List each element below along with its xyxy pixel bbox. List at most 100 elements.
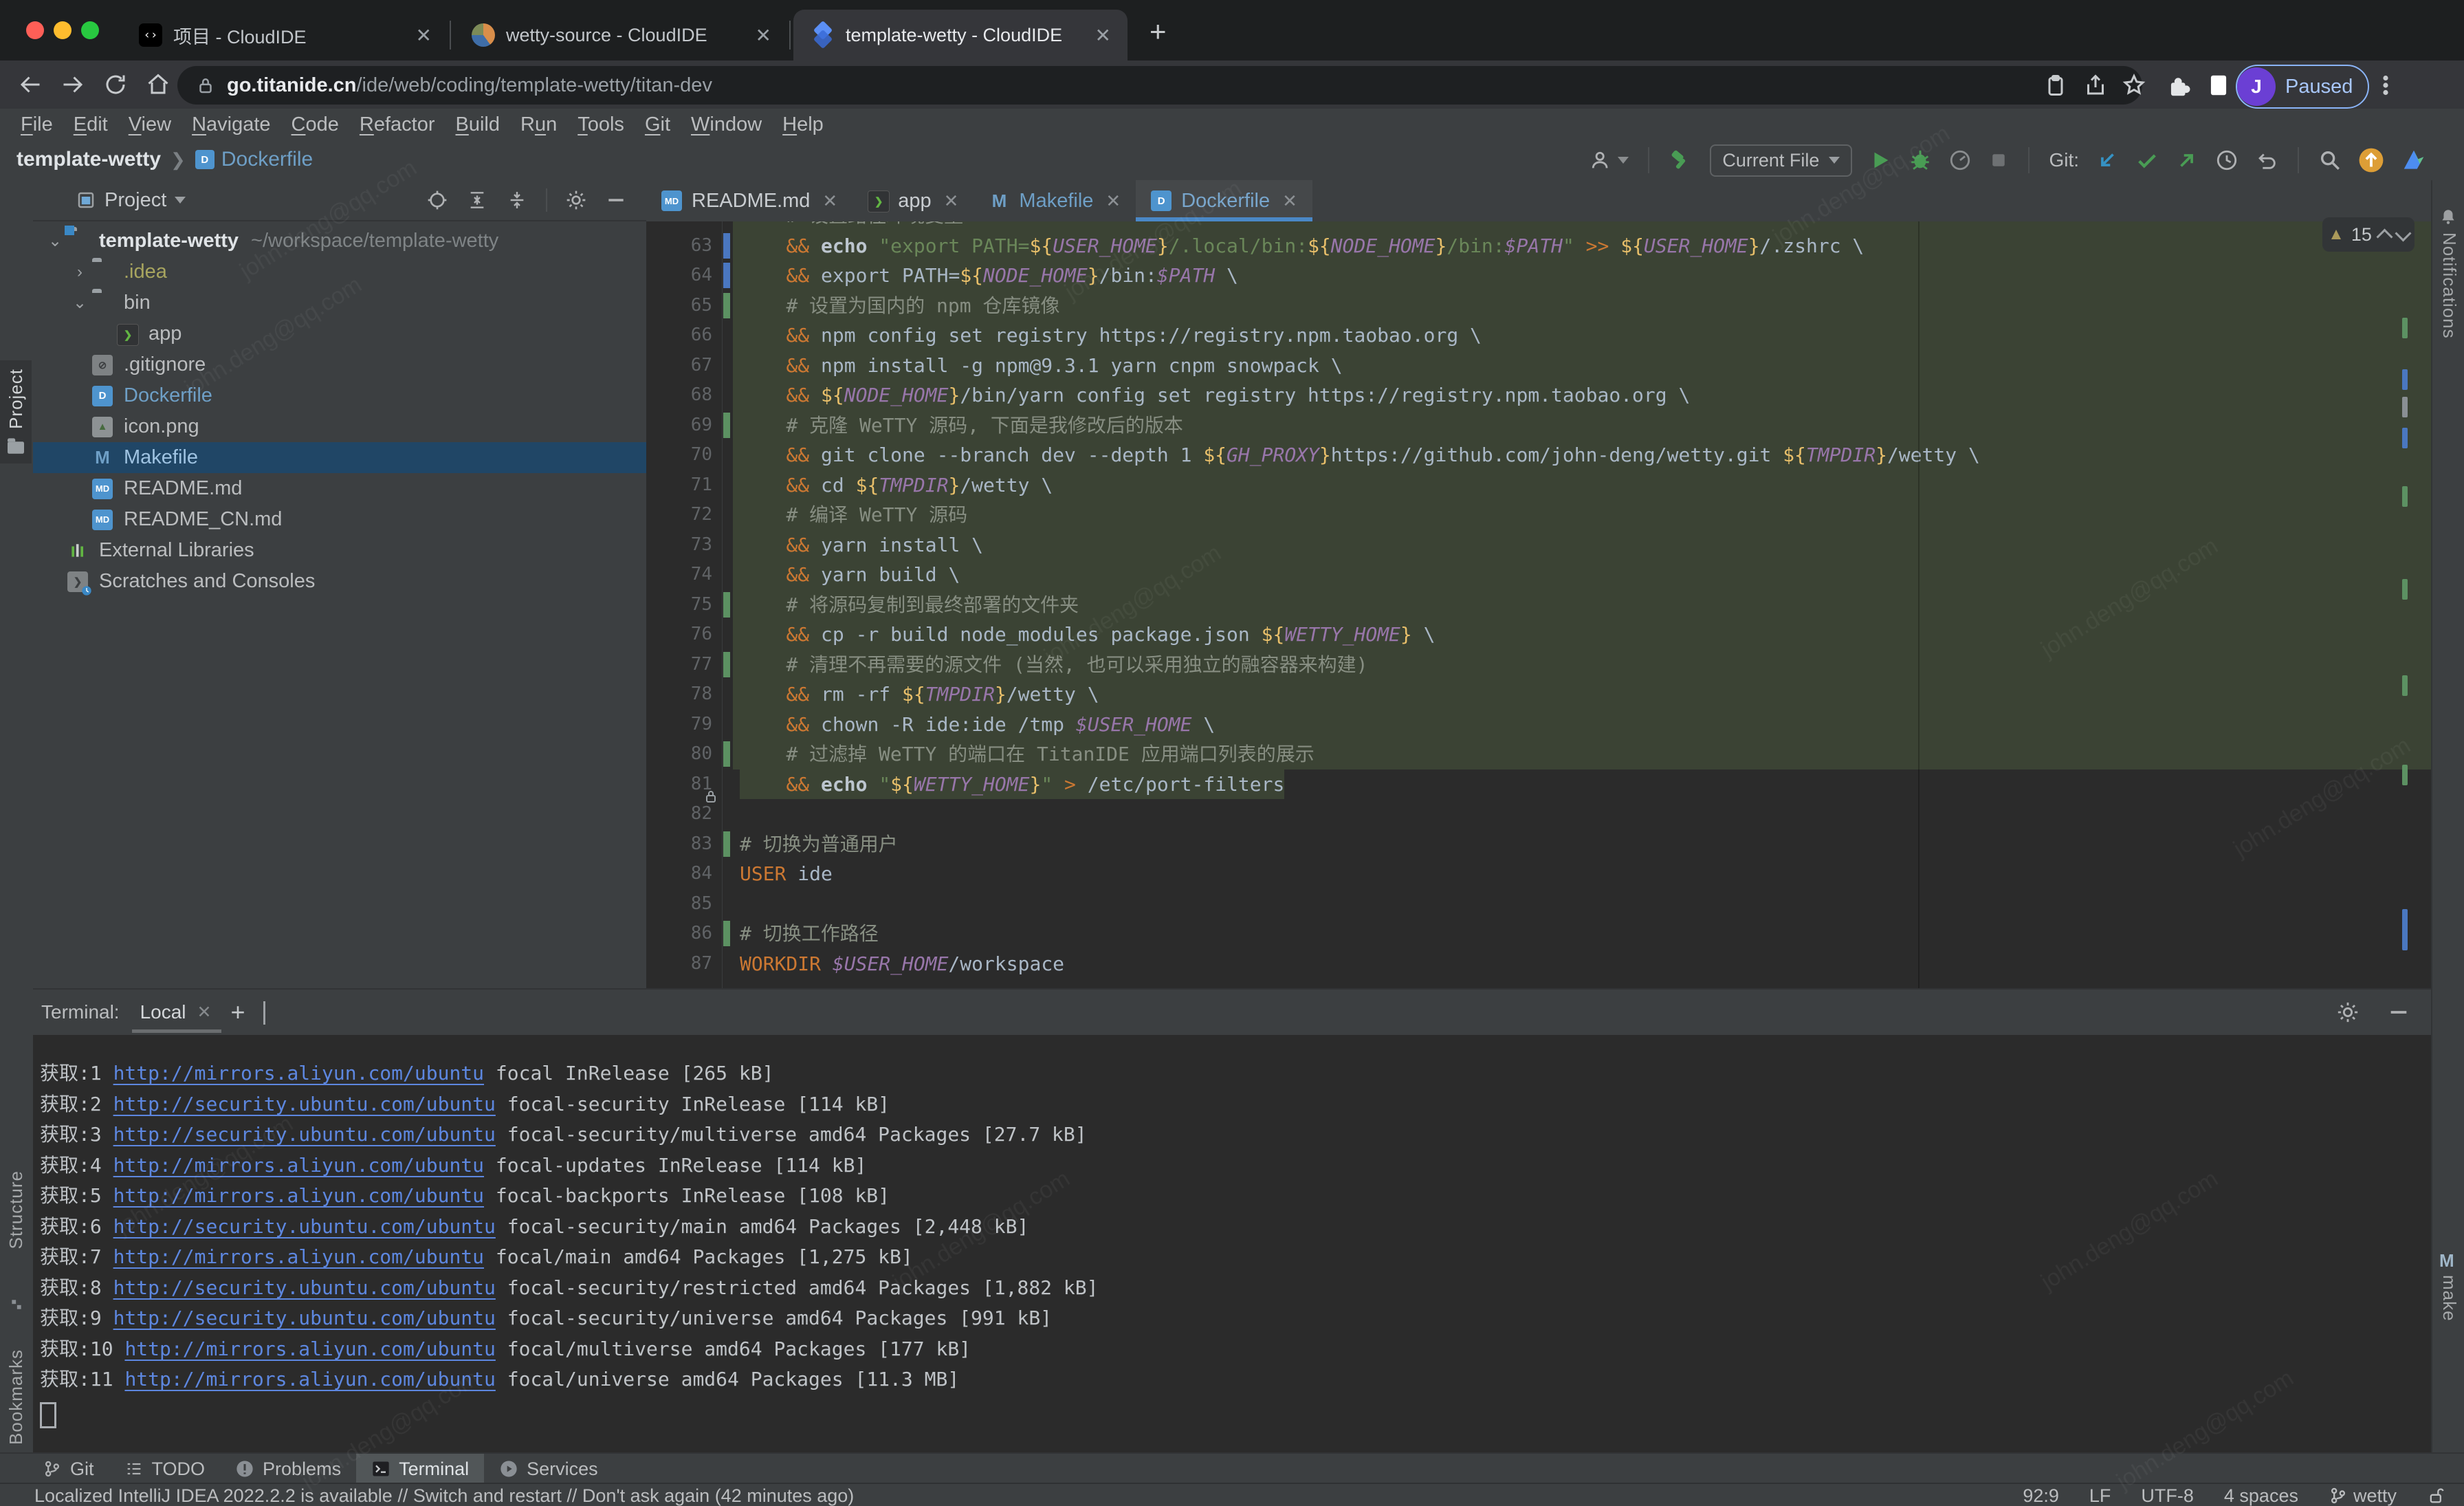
code-line-63[interactable]: 63 && echo "export PATH=${USER_HOME}/.lo… [646, 231, 2431, 261]
stripe-project-button[interactable]: Project [0, 360, 32, 463]
toolwindow-git[interactable]: Git [28, 1454, 109, 1484]
back-icon[interactable] [18, 72, 43, 97]
tree-row-icon.png[interactable]: ▲icon.png [33, 411, 646, 442]
tree-row-README.md[interactable]: MDREADME.md [33, 473, 646, 504]
error-stripe[interactable] [2402, 221, 2409, 988]
terminal-url-link[interactable]: http://security.ubuntu.com/ubuntu [113, 1276, 496, 1299]
editor-tab-Makefile[interactable]: MMakefile✕ [974, 180, 1136, 221]
code-line-64[interactable]: 64 && export PATH=${NODE_HOME}/bin:$PATH… [646, 261, 2431, 291]
menu-refactor[interactable]: Refactor [360, 113, 435, 136]
tree-row-app[interactable]: ❯app [33, 318, 646, 349]
share-icon[interactable] [2083, 73, 2108, 98]
history-icon[interactable] [2215, 149, 2238, 172]
menu-run[interactable]: Run [520, 113, 557, 136]
tab-close-icon[interactable]: ✕ [1095, 24, 1111, 47]
toolwindow-todo[interactable]: TODO [109, 1454, 221, 1484]
terminal-url-link[interactable]: http://security.ubuntu.com/ubuntu [113, 1215, 496, 1238]
code-line-83[interactable]: 83# 切换为普通用户 [646, 829, 2431, 860]
expand-all-icon[interactable] [466, 189, 488, 211]
code-line-71[interactable]: 71 && cd ${TMPDIR}/wetty \ [646, 470, 2431, 501]
file-encoding[interactable]: UTF-8 [2141, 1485, 2194, 1506]
terminal-url-link[interactable]: http://security.ubuntu.com/ubuntu [113, 1123, 496, 1146]
profiler-icon[interactable] [1948, 149, 1972, 172]
terminal-url-link[interactable]: http://mirrors.aliyun.com/ubuntu [113, 1245, 484, 1268]
terminal-settings-gear-icon[interactable] [2336, 1001, 2360, 1024]
hide-panel-icon[interactable] [605, 189, 627, 211]
new-tab-button[interactable]: + [1150, 18, 1167, 45]
project-panel-title[interactable]: Project [76, 189, 186, 212]
editor-tab-README.md[interactable]: MDREADME.md✕ [646, 180, 852, 221]
forward-icon[interactable] [60, 72, 85, 97]
editor-tab-close-icon[interactable]: ✕ [1282, 190, 1297, 212]
git-branch-widget[interactable]: wetty [2329, 1485, 2397, 1506]
terminal-url-link[interactable]: http://mirrors.aliyun.com/ubuntu [124, 1338, 495, 1360]
stripe-make-button[interactable]: make [2439, 1275, 2460, 1325]
code-line-84[interactable]: 84USER ide [646, 859, 2431, 889]
browser-tab-1[interactable]: wetty-source - CloudIDE✕ [454, 10, 788, 61]
menu-code[interactable]: Code [292, 113, 339, 136]
terminal-tab-local[interactable]: Local [140, 992, 186, 1033]
code-line-78[interactable]: 78 && rm -rf ${TMPDIR}/wetty \ [646, 679, 2431, 710]
inspections-widget[interactable]: ▲ 15 [2322, 217, 2414, 252]
code-line-69[interactable]: 69 # 克隆 WeTTY 源码, 下面是我修改后的版本 [646, 411, 2431, 441]
code-line-79[interactable]: 79 && chown -R ide:ide /tmp $USER_HOME \ [646, 710, 2431, 740]
code-line-67[interactable]: 67 && npm install -g npm@9.3.1 yarn cnpm… [646, 351, 2431, 381]
browser-profile-chip[interactable]: J Paused [2236, 65, 2369, 109]
code-line-75[interactable]: 75 # 将源码复制到最终部署的文件夹 [646, 590, 2431, 620]
editor-tab-close-icon[interactable]: ✕ [822, 190, 837, 212]
codewith-me-icon[interactable] [1590, 149, 1629, 172]
menu-tools[interactable]: Tools [578, 113, 624, 136]
code-line-66[interactable]: 66 && npm config set registry https://re… [646, 320, 2431, 351]
tab-close-icon[interactable]: ✕ [416, 24, 432, 47]
stripe-structure-button[interactable]: Structure [6, 1170, 27, 1253]
collapse-all-icon[interactable] [506, 189, 528, 211]
tab-close-icon[interactable]: ✕ [756, 24, 771, 47]
tree-row-Dockerfile[interactable]: DDockerfile [33, 380, 646, 411]
indent-setting[interactable]: 4 spaces [2224, 1485, 2298, 1506]
tree-caret-icon[interactable]: ⌄ [67, 293, 92, 313]
toolwindow-services[interactable]: Services [484, 1454, 613, 1484]
terminal-url-link[interactable]: http://security.ubuntu.com/ubuntu [113, 1307, 496, 1329]
run-config-select[interactable]: Current File [1710, 144, 1852, 177]
home-icon[interactable] [146, 72, 170, 97]
menu-window[interactable]: Window [691, 113, 762, 136]
tree-row-README_CN.md[interactable]: MDREADME_CN.md [33, 504, 646, 535]
code-line-65[interactable]: 65 # 设置为国内的 npm 仓库镜像 [646, 291, 2431, 321]
tree-row-ExternalLibraries[interactable]: External Libraries [33, 535, 646, 566]
terminal-url-link[interactable]: http://mirrors.aliyun.com/ubuntu [113, 1062, 484, 1084]
code-line-72[interactable]: 72 # 编译 WeTTY 源码 [646, 500, 2431, 530]
locate-file-icon[interactable] [426, 189, 448, 211]
code-line-82[interactable]: 82 [646, 799, 2431, 829]
terminal-url-link[interactable]: http://security.ubuntu.com/ubuntu [113, 1093, 496, 1115]
code-line-77[interactable]: 77 # 清理不再需要的源文件 (当然, 也可以采用独立的融容器来构建) [646, 650, 2431, 680]
stripe-notifications-button[interactable]: Notifications [2439, 232, 2460, 342]
traffic-close-icon[interactable] [26, 21, 44, 39]
git-commit-icon[interactable] [2135, 149, 2159, 172]
code-line-80[interactable]: 80 # 过滤掉 WeTTY 的端口在 TitanIDE 应用端口列表的展示 [646, 739, 2431, 770]
code-line-86[interactable]: 86# 切换工作路径 [646, 919, 2431, 949]
terminal-tab-close-icon[interactable]: ✕ [197, 1002, 212, 1023]
toolwindow-terminal[interactable]: Terminal [356, 1454, 484, 1484]
bookmark-star-icon[interactable] [2122, 73, 2146, 98]
editor-tab-app[interactable]: ❯app✕ [852, 180, 974, 221]
extensions-puzzle-icon[interactable] [2166, 73, 2192, 99]
tree-row-.gitignore[interactable]: ⊘.gitignore [33, 349, 646, 380]
code-line-85[interactable]: 85 [646, 889, 2431, 919]
panel-settings-gear-icon[interactable] [565, 189, 587, 211]
code-line-81[interactable]: 81 && echo "${WETTY_HOME}" > /etc/port-f… [646, 770, 2431, 800]
readonly-lock-icon[interactable] [2427, 1486, 2446, 1505]
stripe-bookmarks-button[interactable]: Bookmarks [6, 1349, 27, 1448]
editor-tab-close-icon[interactable]: ✕ [944, 190, 959, 212]
git-update-icon[interactable] [2096, 149, 2119, 172]
browser-tab-2[interactable]: template-wetty - CloudIDE✕ [793, 10, 1128, 61]
browser-tab-0[interactable]: ‹›项目 - CloudIDE✕ [121, 10, 448, 61]
line-separator[interactable]: LF [2089, 1485, 2111, 1506]
ide-update-icon[interactable] [2358, 147, 2384, 173]
code-line-87[interactable]: 87WORKDIR $USER_HOME/workspace [646, 949, 2431, 979]
breadcrumb-project[interactable]: template-wetty [16, 148, 161, 171]
url-bar[interactable]: go.titanide.cn/ide/web/coding/template-w… [177, 66, 2142, 105]
tree-caret-icon[interactable]: › [67, 263, 92, 282]
terminal-dropdown-icon[interactable] [263, 1001, 265, 1023]
search-everywhere-icon[interactable] [2318, 149, 2342, 172]
menu-view[interactable]: View [129, 113, 171, 136]
